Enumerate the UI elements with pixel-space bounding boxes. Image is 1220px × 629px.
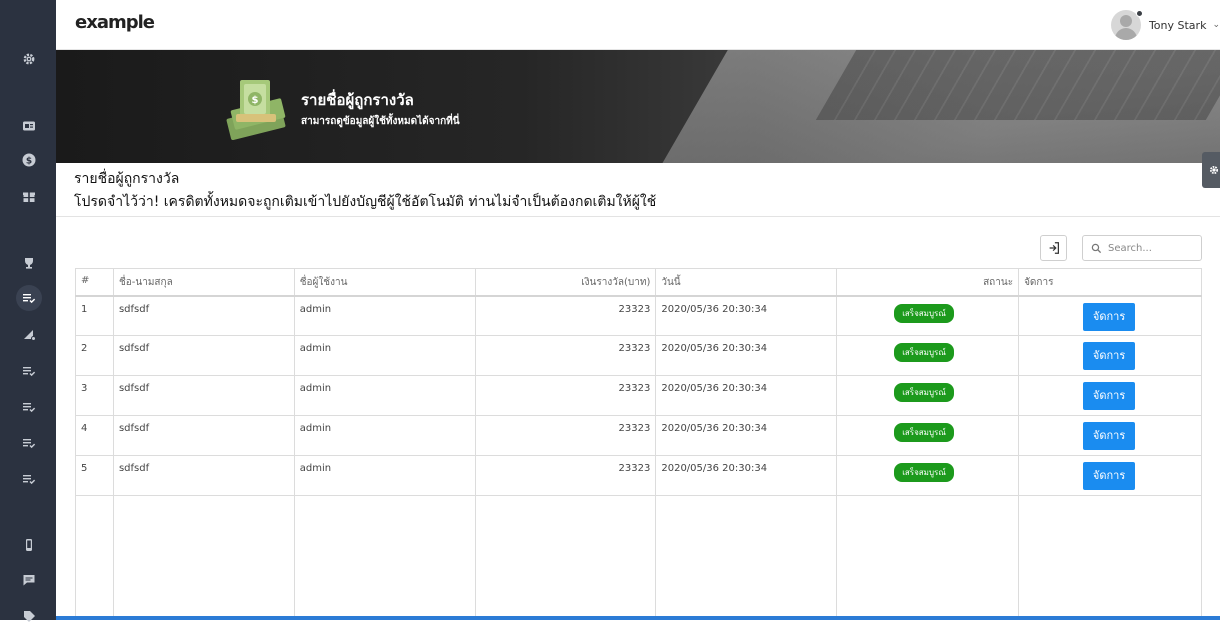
cell-amount: 23323 xyxy=(474,455,657,496)
cell-amount: 23323 xyxy=(474,415,657,456)
manage-button[interactable]: จัดการ xyxy=(1083,382,1136,410)
cell-name: sdfsdf xyxy=(112,415,295,456)
cell-date: 2020/05/36 20:30:34 xyxy=(655,455,838,496)
manage-button[interactable]: จัดการ xyxy=(1083,422,1136,450)
list-check-icon[interactable] xyxy=(16,430,42,456)
table-row: 2 sdfsdf admin 23323 2020/05/36 20:30:34… xyxy=(75,335,1202,376)
table-row: 3 sdfsdf admin 23323 2020/05/36 20:30:34… xyxy=(75,375,1202,416)
cell-actions: จัดการ xyxy=(1018,375,1202,416)
cell-name: sdfsdf xyxy=(112,295,295,336)
cell-name: sdfsdf xyxy=(112,375,295,416)
gear-icon[interactable] xyxy=(16,46,42,72)
cell-username: admin xyxy=(293,295,476,336)
banner-subtitle: สามารถดูข้อมูลผู้ใช้ทั้งหมดได้จากที่นี่ xyxy=(301,116,460,127)
settings-tab[interactable] xyxy=(1202,152,1220,188)
sidebar: $ xyxy=(0,0,56,622)
status-badge: เสร็จสมบูรณ์ xyxy=(894,423,954,442)
cell-date: 2020/05/36 20:30:34 xyxy=(655,335,838,376)
id-card-icon[interactable] xyxy=(16,113,42,139)
column-header-status[interactable]: สถานะ xyxy=(836,268,1020,297)
status-dot xyxy=(1135,10,1143,17)
page-title: รายชื่อผู้ถูกรางวัล xyxy=(74,171,180,187)
cell-username: admin xyxy=(293,455,476,496)
cell-name: sdfsdf xyxy=(112,455,295,496)
winners-table: # ชื่อ-นามสกุล ชื่อผู้ใช้งาน เงินรางวัล(… xyxy=(75,268,1202,620)
gear-icon xyxy=(1209,165,1219,175)
cell-username: admin xyxy=(293,415,476,456)
cell-actions: จัดการ xyxy=(1018,295,1202,336)
export-button[interactable] xyxy=(1040,235,1067,261)
column-header-date[interactable]: วันนี้ xyxy=(655,268,838,297)
trophy-icon[interactable] xyxy=(16,250,42,276)
cell-status: เสร็จสมบูรณ์ xyxy=(836,415,1020,456)
cell-actions: จัดการ xyxy=(1018,335,1202,376)
search-icon xyxy=(1091,243,1102,253)
cell-amount: 23323 xyxy=(474,335,657,376)
cell-index: 5 xyxy=(75,455,114,496)
megaphone-icon[interactable] xyxy=(16,322,42,348)
search-input[interactable] xyxy=(1108,242,1198,254)
cell-date: 2020/05/36 20:30:34 xyxy=(655,375,838,416)
notice-text: โปรดจำไว้ว่า! เครดิตทั้งหมดจะถูกเติมเข้า… xyxy=(74,194,657,210)
list-check-icon[interactable] xyxy=(16,394,42,420)
dollar-icon[interactable]: $ xyxy=(16,147,42,173)
cell-status: เสร็จสมบูรณ์ xyxy=(836,335,1020,376)
status-badge: เสร็จสมบูรณ์ xyxy=(894,383,954,402)
table-row: 1 sdfsdf admin 23323 2020/05/36 20:30:34… xyxy=(75,295,1202,336)
column-header-fullname[interactable]: ชื่อ-นามสกุล xyxy=(112,268,295,297)
divider xyxy=(56,216,1220,217)
tag-icon[interactable] xyxy=(16,603,42,629)
cell-status: เสร็จสมบูรณ์ xyxy=(836,375,1020,416)
column-header-actions: จัดการ xyxy=(1018,268,1202,297)
manage-button[interactable]: จัดการ xyxy=(1083,342,1136,370)
phone-icon[interactable] xyxy=(16,532,42,558)
list-check-icon[interactable] xyxy=(16,466,42,492)
keyboard-background-image xyxy=(815,50,1220,120)
page-banner: $ รายชื่อผู้ถูกรางวัล สามารถดูข้อมูลผู้ใ… xyxy=(56,50,1220,163)
cell-name: sdfsdf xyxy=(112,335,295,376)
cell-status: เสร็จสมบูรณ์ xyxy=(836,295,1020,336)
column-header-amount[interactable]: เงินรางวัล(บาท) xyxy=(474,268,657,297)
manage-button[interactable]: จัดการ xyxy=(1083,302,1136,331)
column-header-index[interactable]: # xyxy=(75,268,114,297)
search-box[interactable] xyxy=(1082,235,1202,261)
cell-actions: จัดการ xyxy=(1018,455,1202,496)
list-check-icon[interactable] xyxy=(16,285,42,311)
table-header-row: # ชื่อ-นามสกุล ชื่อผู้ใช้งาน เงินรางวัล(… xyxy=(75,268,1202,297)
bottom-scroll-strip xyxy=(56,616,1220,620)
sign-in-icon xyxy=(1049,242,1059,254)
manage-button[interactable]: จัดการ xyxy=(1083,462,1136,490)
cell-username: admin xyxy=(293,375,476,416)
list-check-icon[interactable] xyxy=(16,358,42,384)
table-row: 4 sdfsdf admin 23323 2020/05/36 20:30:34… xyxy=(75,415,1202,456)
app-logo[interactable]: example xyxy=(75,12,155,33)
cell-index: 2 xyxy=(75,335,114,376)
money-stack-icon: $ xyxy=(226,80,286,140)
chevron-down-icon[interactable]: ⌄ xyxy=(1212,20,1220,30)
cell-index: 4 xyxy=(75,415,114,456)
svg-text:$: $ xyxy=(26,157,32,167)
status-badge: เสร็จสมบูรณ์ xyxy=(894,463,954,482)
topbar: example Tony Stark ⌄ xyxy=(56,0,1220,50)
cell-date: 2020/05/36 20:30:34 xyxy=(655,415,838,456)
chat-icon[interactable] xyxy=(16,567,42,593)
user-menu[interactable]: Tony Stark ⌄ xyxy=(1110,10,1220,40)
status-badge: เสร็จสมบูรณ์ xyxy=(894,343,954,362)
empty-table-area xyxy=(75,495,1202,620)
cell-amount: 23323 xyxy=(474,295,657,336)
svg-text:$: $ xyxy=(252,95,259,106)
cell-actions: จัดการ xyxy=(1018,415,1202,456)
gift-icon[interactable] xyxy=(16,183,42,209)
cell-status: เสร็จสมบูรณ์ xyxy=(836,455,1020,496)
cell-username: admin xyxy=(293,335,476,376)
table-row: 5 sdfsdf admin 23323 2020/05/36 20:30:34… xyxy=(75,455,1202,496)
banner-title: รายชื่อผู้ถูกรางวัล xyxy=(301,91,414,109)
cell-amount: 23323 xyxy=(474,375,657,416)
user-name[interactable]: Tony Stark xyxy=(1149,19,1207,32)
cell-index: 1 xyxy=(75,295,114,336)
column-header-username[interactable]: ชื่อผู้ใช้งาน xyxy=(293,268,476,297)
cell-index: 3 xyxy=(75,375,114,416)
status-badge: เสร็จสมบูรณ์ xyxy=(894,303,954,323)
cell-date: 2020/05/36 20:30:34 xyxy=(655,295,838,336)
